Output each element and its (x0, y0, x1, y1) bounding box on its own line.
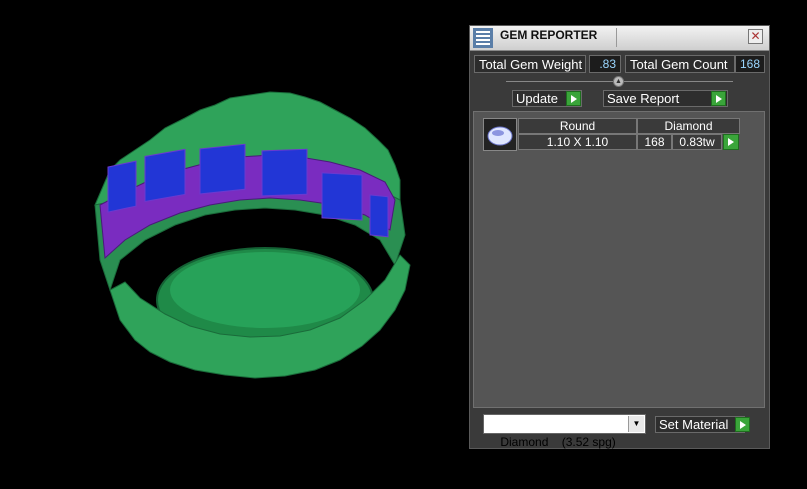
material-select[interactable]: Diamond (3.52 spg) ▼ (483, 414, 646, 449)
title-bar[interactable]: GEM REPORTER ✕ (470, 26, 769, 51)
play-icon[interactable] (711, 91, 726, 106)
update-button-label: Update (516, 91, 558, 106)
set-material-button[interactable]: Set Material (655, 416, 745, 433)
material-select-value: Diamond (3.52 spg) (500, 435, 616, 449)
save-report-button-label: Save Report (607, 91, 680, 106)
column-header-material: Diamond (637, 118, 740, 134)
3d-viewport[interactable] (0, 0, 468, 484)
panel-title: GEM REPORTER (500, 28, 598, 42)
save-report-button[interactable]: Save Report (603, 90, 728, 107)
close-icon[interactable]: ✕ (748, 29, 763, 44)
dropdown-arrow-icon[interactable]: ▼ (628, 416, 644, 432)
app-icon (473, 28, 493, 48)
total-gem-weight-label: Total Gem Weight (474, 55, 586, 73)
gem-reporter-panel: GEM REPORTER ✕ Total Gem Weight .83 Tota… (469, 25, 770, 449)
ring-inner-shadow (170, 252, 360, 328)
gem-thumbnail-icon[interactable] (483, 118, 517, 151)
gem-row-weight[interactable]: 0.83tw (672, 134, 722, 150)
play-icon[interactable] (566, 91, 581, 106)
total-gem-count-label: Total Gem Count (625, 55, 735, 73)
title-divider (616, 28, 617, 47)
play-icon[interactable] (723, 134, 739, 150)
gem-row-count[interactable]: 168 (637, 134, 672, 150)
gem-list[interactable]: Round Diamond 1.10 X 1.10 168 0.83tw (473, 111, 765, 408)
slider-knob[interactable]: ▲ (613, 76, 624, 87)
total-gem-count-value: 168 (735, 55, 765, 73)
total-gem-weight-value: .83 (589, 55, 621, 73)
set-material-button-label: Set Material (659, 417, 729, 432)
play-icon[interactable] (735, 417, 750, 432)
ring-model (94, 91, 411, 379)
column-header-shape: Round (518, 118, 637, 134)
gem-row-size[interactable]: 1.10 X 1.10 (518, 134, 637, 150)
